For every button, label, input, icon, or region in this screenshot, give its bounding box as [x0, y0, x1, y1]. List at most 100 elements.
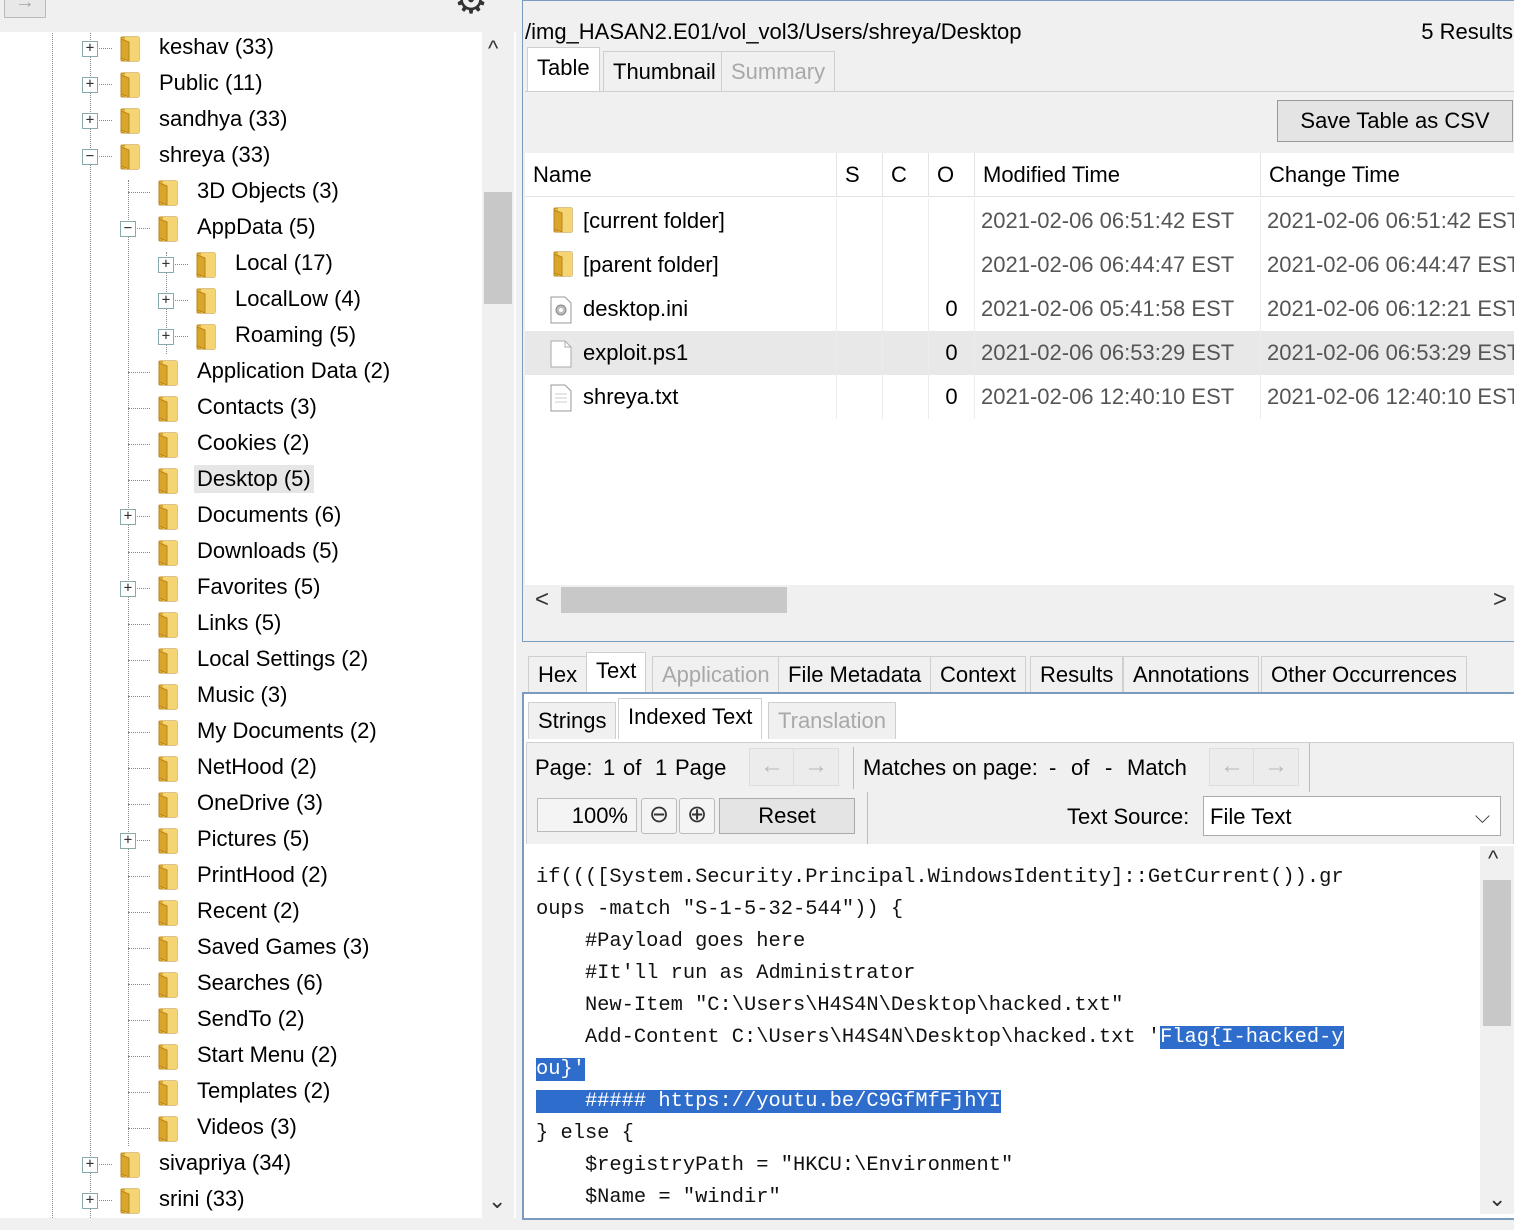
tab-table[interactable]: Table: [527, 47, 600, 92]
text-vertical-scrollbar[interactable]: ^ ⌄: [1480, 846, 1514, 1214]
tree-node[interactable]: + Documents (6): [0, 499, 480, 533]
next-match-button[interactable]: →: [1253, 748, 1299, 786]
tree-node[interactable]: + Pictures (5): [0, 823, 480, 857]
column-header-o[interactable]: O: [929, 153, 975, 197]
save-table-as-csv-button[interactable]: Save Table as CSV: [1277, 100, 1513, 142]
table-row[interactable]: [current folder] 2021-02-06 06:51:42 EST 2…: [525, 199, 1514, 243]
tree-node[interactable]: Desktop (5): [0, 463, 480, 497]
tree-node[interactable]: + LocalLow (4): [0, 283, 480, 317]
tree-node[interactable]: Recent (2): [0, 895, 480, 929]
text-source-select[interactable]: File Text ⌵: [1203, 796, 1501, 836]
tree-node[interactable]: Application Data (2): [0, 355, 480, 389]
column-header-modified-time[interactable]: Modified Time: [975, 153, 1261, 197]
text-content-area[interactable]: if((([System.Security.Principal.WindowsI…: [526, 846, 1476, 1214]
tree-node[interactable]: SendTo (2): [0, 1003, 480, 1037]
tree-node[interactable]: Downloads (5): [0, 535, 480, 569]
expand-icon[interactable]: +: [82, 41, 98, 57]
expand-icon[interactable]: +: [158, 293, 174, 309]
expand-icon[interactable]: +: [120, 509, 136, 525]
table-row[interactable]: [parent folder] 2021-02-06 06:44:47 EST 20…: [525, 243, 1514, 287]
tree-node[interactable]: Searches (6): [0, 967, 480, 1001]
collapse-icon[interactable]: −: [82, 149, 98, 165]
expand-icon[interactable]: +: [158, 329, 174, 345]
tree-node[interactable]: 3D Objects (3): [0, 175, 480, 209]
tree-node-label: Links (5): [197, 610, 282, 635]
column-header-change-time[interactable]: Change Time: [1261, 153, 1514, 197]
tree-connector: [128, 624, 150, 625]
tab-context[interactable]: Context: [930, 656, 1026, 693]
tree-node[interactable]: PrintHood (2): [0, 859, 480, 893]
zoom-out-icon[interactable]: ⊖: [641, 798, 677, 834]
table-row[interactable]: exploit.ps1 0 2021-02-06 06:53:29 EST 2021-…: [525, 331, 1514, 375]
previous-page-button[interactable]: ←: [749, 748, 795, 786]
tab-results[interactable]: Results: [1030, 656, 1124, 693]
column-header-s[interactable]: S: [837, 153, 883, 197]
tree-node[interactable]: Saved Games (3): [0, 931, 480, 965]
tab-hex[interactable]: Hex: [528, 656, 588, 693]
tree-node[interactable]: + Roaming (5): [0, 319, 480, 353]
expand-icon[interactable]: +: [82, 1193, 98, 1209]
tab-application[interactable]: Application: [652, 656, 780, 693]
reset-zoom-button[interactable]: Reset: [719, 798, 855, 834]
tree-node[interactable]: Music (3): [0, 679, 480, 713]
gear-icon[interactable]: ⚙: [448, 0, 494, 20]
tab-thumbnail[interactable]: Thumbnail: [603, 51, 726, 92]
tree-node[interactable]: OneDrive (3): [0, 787, 480, 821]
table-horizontal-scrollbar[interactable]: < >: [525, 585, 1514, 615]
scroll-thumb[interactable]: [1483, 880, 1511, 1026]
tree-node[interactable]: My Documents (2): [0, 715, 480, 749]
tab-summary[interactable]: Summary: [721, 51, 836, 92]
tree-node[interactable]: − AppData (5): [0, 211, 480, 245]
tree-node[interactable]: Links (5): [0, 607, 480, 641]
expand-icon[interactable]: +: [82, 1157, 98, 1173]
scroll-thumb[interactable]: [561, 587, 787, 613]
tab-text[interactable]: Text: [586, 652, 647, 693]
tab-translation[interactable]: Translation: [768, 702, 897, 739]
tree-node[interactable]: NetHood (2): [0, 751, 480, 785]
tab-file-metadata[interactable]: File Metadata: [778, 656, 932, 693]
expand-icon[interactable]: +: [158, 257, 174, 273]
expand-icon[interactable]: +: [120, 833, 136, 849]
tree-node[interactable]: + sandhya (33): [0, 103, 480, 137]
tree-node[interactable]: + keshav (33): [0, 31, 480, 65]
tree-node[interactable]: Cookies (2): [0, 427, 480, 461]
forward-arrow-icon[interactable]: →: [4, 0, 46, 18]
tree-node[interactable]: Templates (2): [0, 1075, 480, 1109]
tree-node[interactable]: + Favorites (5): [0, 571, 480, 605]
expand-icon[interactable]: +: [120, 581, 136, 597]
tree-node[interactable]: + Public (11): [0, 67, 480, 101]
tree-vertical-scrollbar[interactable]: ^ ⌄: [482, 32, 514, 1218]
tree-node[interactable]: + srini (33): [0, 1183, 480, 1217]
file-name: desktop.ini: [583, 296, 689, 321]
tab-annotations[interactable]: Annotations: [1123, 656, 1260, 693]
scroll-down-icon[interactable]: ⌄: [1488, 1186, 1506, 1212]
next-page-button[interactable]: →: [793, 748, 839, 786]
expand-icon[interactable]: +: [82, 113, 98, 129]
tree-node[interactable]: Contacts (3): [0, 391, 480, 425]
tree-node[interactable]: + Local (17): [0, 247, 480, 281]
scroll-thumb[interactable]: [484, 192, 512, 304]
zoom-in-icon[interactable]: ⊕: [679, 798, 715, 834]
folder-icon: [154, 432, 180, 458]
expand-icon[interactable]: +: [82, 77, 98, 93]
scroll-left-icon[interactable]: <: [535, 586, 549, 614]
table-cell-s: [837, 375, 883, 419]
tree-node[interactable]: Local Settings (2): [0, 643, 480, 677]
collapse-icon[interactable]: −: [120, 221, 136, 237]
scroll-down-icon[interactable]: ⌄: [488, 1188, 506, 1214]
scroll-up-icon[interactable]: ^: [1488, 846, 1498, 872]
tab-indexed-text[interactable]: Indexed Text: [618, 698, 763, 739]
tab-strings[interactable]: Strings: [528, 702, 617, 739]
tree-node[interactable]: Videos (3): [0, 1111, 480, 1145]
table-row[interactable]: desktop.ini 0 2021-02-06 05:41:58 EST 2021-…: [525, 287, 1514, 331]
tab-other-occurrences[interactable]: Other Occurrences: [1261, 656, 1467, 693]
tree-node[interactable]: + sivapriya (34): [0, 1147, 480, 1181]
tree-node[interactable]: Start Menu (2): [0, 1039, 480, 1073]
column-header-c[interactable]: C: [883, 153, 929, 197]
previous-match-button[interactable]: ←: [1209, 748, 1255, 786]
column-header-name[interactable]: Name: [525, 153, 837, 197]
table-row[interactable]: shreya.txt 0 2021-02-06 12:40:10 EST 2021-0…: [525, 375, 1514, 419]
scroll-up-icon[interactable]: ^: [488, 36, 498, 62]
tree-node[interactable]: − shreya (33): [0, 139, 480, 173]
scroll-right-icon[interactable]: >: [1493, 586, 1507, 614]
